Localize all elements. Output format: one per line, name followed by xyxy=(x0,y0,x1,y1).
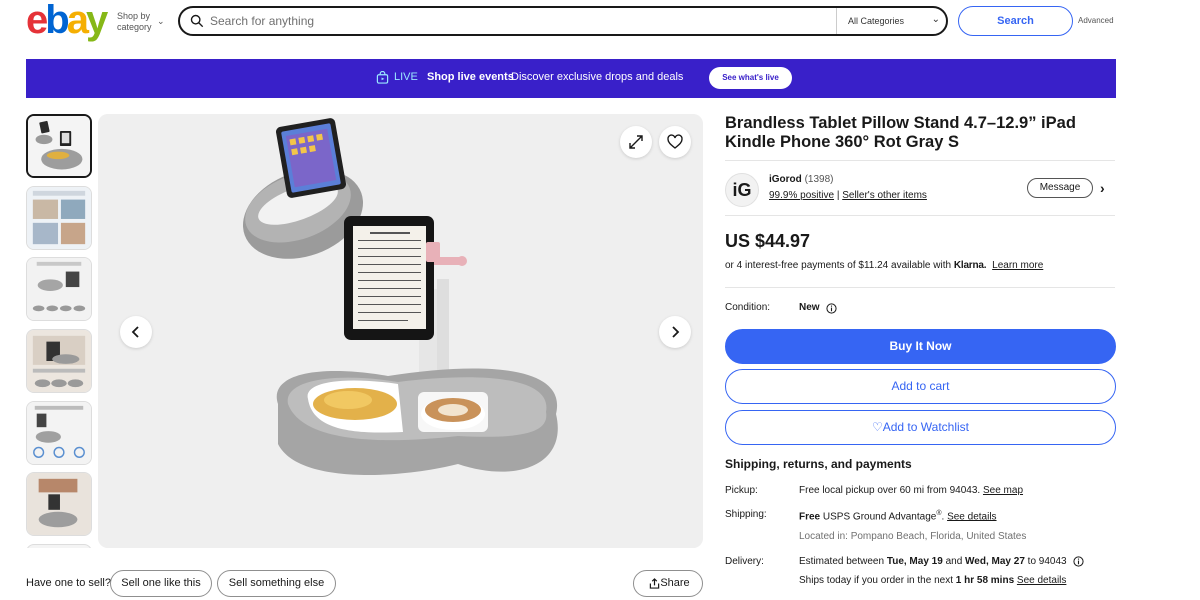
klarna-payment-info: or 4 interest-free payments of $11.24 av… xyxy=(725,260,1044,271)
category-select[interactable]: All Categories ⌄ xyxy=(836,8,948,34)
price: US $44.97 xyxy=(725,231,811,251)
info-icon[interactable] xyxy=(1073,556,1084,567)
product-title: Brandless Tablet Pillow Stand 4.7–12.9” … xyxy=(725,114,1076,151)
advanced-search-link[interactable]: Advanced xyxy=(1078,16,1114,25)
thumbnail-image xyxy=(27,402,91,464)
live-label: LIVE xyxy=(394,71,418,83)
ships-today-info: Ships today if you order in the next 1 h… xyxy=(799,575,1067,586)
shop-by-category-button[interactable]: Shop by category ⌄ xyxy=(117,11,165,33)
thumbnail-image xyxy=(27,187,91,249)
seller-avatar[interactable]: iG xyxy=(725,173,759,207)
seller-positive-link[interactable]: 99.9% positive xyxy=(769,190,834,201)
search-icon xyxy=(190,14,204,28)
delivery-label: Delivery: xyxy=(725,556,764,567)
product-photo xyxy=(98,114,703,548)
divider xyxy=(725,160,1115,161)
condition-value: New xyxy=(799,302,820,313)
chevron-right-icon[interactable]: › xyxy=(1100,180,1105,196)
klarna-logo: Klarna. xyxy=(953,260,987,271)
shipping-label: Shipping: xyxy=(725,509,767,520)
thumbnail-4[interactable] xyxy=(26,329,92,393)
heart-icon: ♡ xyxy=(871,420,883,434)
thumbnail-3[interactable] xyxy=(26,257,92,321)
live-events-banner: LIVE Shop live events Discover exclusive… xyxy=(26,59,1116,98)
info-icon[interactable] xyxy=(826,303,837,314)
thumbnail-5[interactable] xyxy=(26,401,92,465)
divider xyxy=(725,287,1115,288)
share-icon xyxy=(649,578,660,589)
expand-image-button[interactable] xyxy=(620,126,652,158)
heart-icon xyxy=(667,134,683,149)
seller-feedback-count: (1398) xyxy=(804,174,834,185)
buy-it-now-button[interactable]: Buy It Now xyxy=(725,329,1116,364)
sell-one-like-this-button[interactable]: Sell one like this xyxy=(110,570,212,597)
have-one-to-sell-label: Have one to sell? xyxy=(26,577,111,589)
pickup-value: Free local pickup over 60 mi from 94043.… xyxy=(799,485,1024,496)
share-button[interactable]: Share xyxy=(633,570,703,597)
next-image-button[interactable] xyxy=(659,316,691,348)
delivery-estimate: Estimated between Tue, May 19 and Wed, M… xyxy=(799,556,1067,567)
delivery-see-details-link[interactable]: See details xyxy=(1017,575,1066,586)
search-button[interactable]: Search xyxy=(958,6,1073,36)
see-map-link[interactable]: See map xyxy=(983,485,1023,496)
thumbnail-1[interactable] xyxy=(26,114,92,178)
shipping-value: Free USPS Ground Advantage®. See details xyxy=(799,510,997,523)
chevron-right-icon xyxy=(672,326,680,338)
divider xyxy=(725,215,1115,216)
see-whats-live-button[interactable]: See what's live xyxy=(709,67,792,89)
item-location: Located in: Pompano Beach, Florida, Unit… xyxy=(799,531,1027,542)
thumbnail-image xyxy=(27,330,91,392)
expand-icon xyxy=(629,135,643,149)
ebay-logo[interactable]: ebay xyxy=(26,0,108,40)
learn-more-link[interactable]: Learn more xyxy=(992,260,1043,271)
chevron-down-icon: ⌄ xyxy=(157,16,165,26)
add-to-watchlist-button[interactable]: ♡Add to Watchlist xyxy=(725,410,1116,445)
thumbnail-image xyxy=(27,473,91,535)
shipping-heading: Shipping, returns, and payments xyxy=(725,457,912,471)
search-input[interactable] xyxy=(210,12,810,30)
thumbnail-strip xyxy=(26,114,92,548)
chevron-down-icon: ⌄ xyxy=(931,14,940,25)
shipping-see-details-link[interactable]: See details xyxy=(947,511,996,522)
thumbnail-6[interactable] xyxy=(26,472,92,536)
thumbnail-image xyxy=(27,258,91,320)
seller-name[interactable]: iGorod (1398) xyxy=(769,174,833,185)
thumbnail-2[interactable] xyxy=(26,186,92,250)
search-bar: All Categories ⌄ xyxy=(178,6,948,36)
thumbnail-image xyxy=(28,116,90,176)
sellers-other-items-link[interactable]: Seller's other items xyxy=(842,190,927,201)
message-seller-button[interactable]: Message xyxy=(1027,178,1093,198)
live-events-description: Discover exclusive drops and deals xyxy=(511,71,684,83)
main-product-image[interactable] xyxy=(98,114,703,548)
seller-links: 99.9% positive | Seller's other items xyxy=(769,190,927,201)
thumbnail-7[interactable] xyxy=(26,544,92,548)
sell-something-else-button[interactable]: Sell something else xyxy=(217,570,336,597)
pickup-label: Pickup: xyxy=(725,485,758,496)
previous-image-button[interactable] xyxy=(120,316,152,348)
live-bag-icon xyxy=(376,71,389,84)
add-to-cart-button[interactable]: Add to cart xyxy=(725,369,1116,404)
condition-label: Condition: xyxy=(725,302,771,313)
chevron-left-icon xyxy=(131,326,139,338)
live-events-title: Shop live events xyxy=(427,71,514,83)
watch-heart-button[interactable] xyxy=(659,126,691,158)
